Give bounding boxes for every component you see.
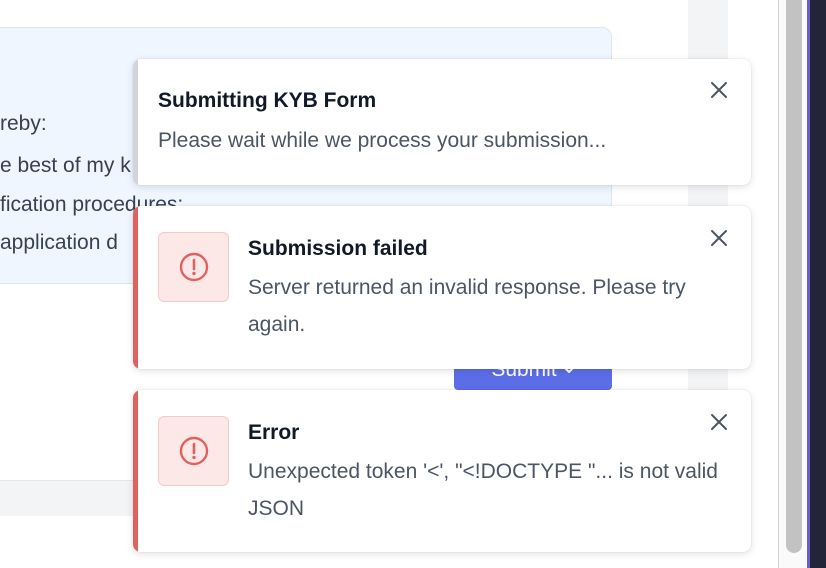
close-icon[interactable]: [709, 228, 729, 248]
toast-message: Please wait while we process your submis…: [158, 129, 607, 152]
alert-circle-icon: [158, 416, 229, 486]
toast-accent-bar: [133, 59, 138, 185]
declaration-text-line: application d: [0, 231, 118, 254]
toast-accent-bar: [133, 390, 138, 552]
toast-submitting: Submitting KYB Form Please wait while we…: [133, 59, 751, 185]
toast-accent-bar: [133, 206, 138, 369]
alert-circle-icon: [158, 232, 229, 302]
scrollbar-thumb[interactable]: [786, 0, 802, 553]
toast-message: Unexpected token '<', "<!DOCTYPE "... is…: [248, 460, 718, 520]
toast-title: Submitting KYB Form: [158, 89, 377, 112]
toast-submission-failed: Submission failed Server returned an inv…: [133, 206, 751, 369]
declaration-text-line: e best of my k: [0, 154, 131, 177]
toast-title: Submission failed: [248, 237, 428, 260]
declaration-text-line: reby:: [0, 112, 47, 135]
toast-error-json: Error Unexpected token '<', "<!DOCTYPE "…: [133, 390, 751, 552]
toast-title: Error: [248, 421, 300, 444]
toast-message: Server returned an invalid response. Ple…: [248, 276, 686, 336]
close-icon[interactable]: [709, 80, 729, 100]
window-edge: [807, 0, 826, 568]
close-icon[interactable]: [709, 412, 729, 432]
